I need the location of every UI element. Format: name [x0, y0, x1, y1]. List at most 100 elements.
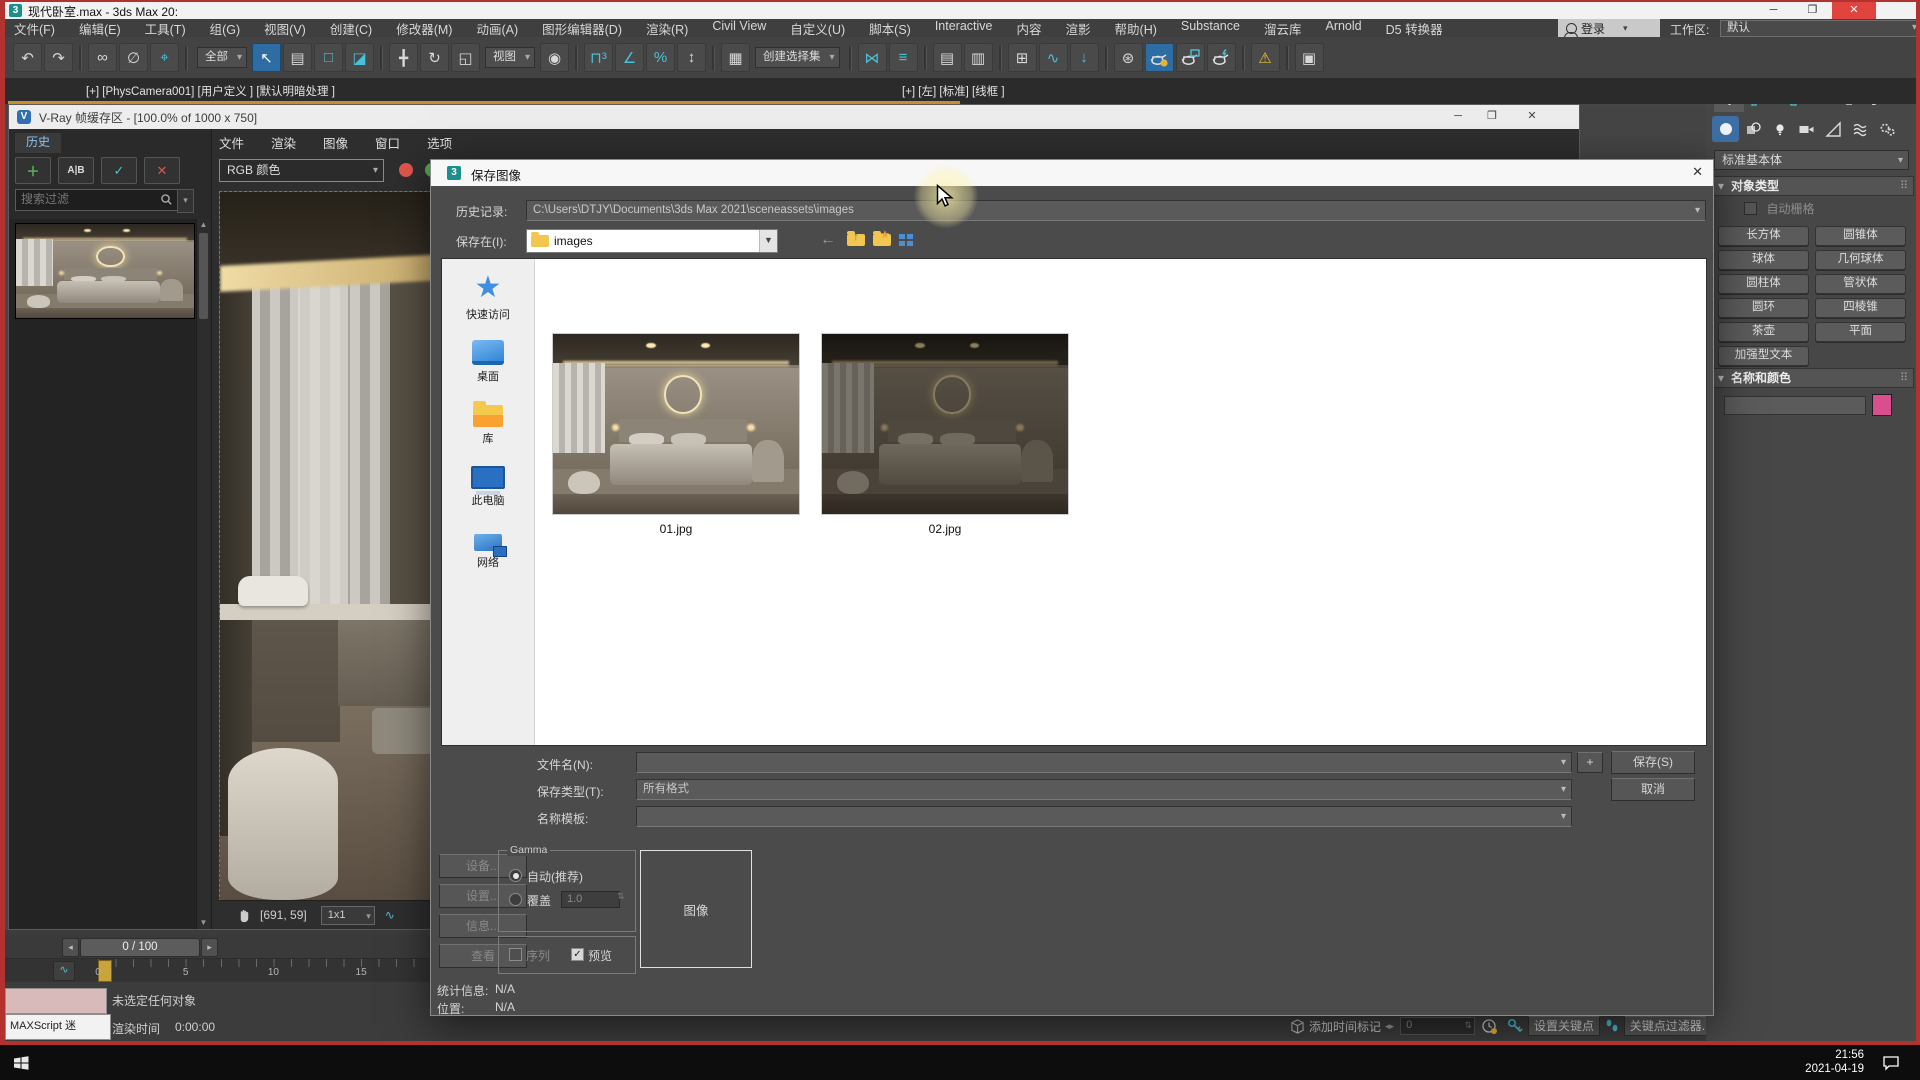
ref-coordsys-combo[interactable]: 视图	[485, 47, 535, 68]
set-key-icon[interactable]	[1506, 1017, 1524, 1035]
maxscript-mini-listener[interactable]: MAXScript 迷	[5, 1014, 111, 1040]
history-thumbnail[interactable]	[15, 223, 195, 319]
prev-frame-button[interactable]: ◂	[62, 938, 79, 957]
vfb-titlebar[interactable]: V V-Ray 帧缓存区 - [100.0% of 1000 x 750] ─ …	[9, 105, 1579, 129]
menu-item[interactable]: Arnold	[1313, 19, 1373, 38]
primitive-category-combo[interactable]: 标准基本体	[1714, 150, 1909, 170]
save-in-combo[interactable]: images ▼	[526, 229, 778, 253]
cancel-button[interactable]: 取消	[1611, 778, 1695, 801]
unlink-icon[interactable]: ∅	[119, 43, 148, 72]
notification-icon[interactable]	[1882, 1055, 1900, 1076]
sidebar-item-network[interactable]: 网络	[442, 515, 534, 571]
file-item[interactable]: 01.jpg	[553, 334, 799, 536]
restore-button[interactable]: ❐	[1793, 2, 1832, 19]
open-container-icon[interactable]: ▣	[1295, 43, 1324, 72]
history-save-icon[interactable]: ＋	[15, 157, 51, 184]
minimize-button[interactable]: ─	[1754, 2, 1793, 19]
select-link-icon[interactable]: ∞	[88, 43, 117, 72]
menu-item[interactable]: 脚本(S)	[857, 19, 923, 38]
preview-checkbox[interactable]: ✓	[571, 948, 584, 961]
up-one-level-icon[interactable]: ↑	[843, 230, 865, 250]
warning-icon[interactable]: ⚠	[1251, 43, 1280, 72]
workspace-combo[interactable]: 默认	[1720, 20, 1920, 37]
vfb-menu-item[interactable]: 文件	[219, 133, 244, 152]
curve-editor-icon[interactable]: ∿	[1039, 43, 1068, 72]
undo-icon[interactable]: ↶	[13, 43, 42, 72]
sequence-checkbox[interactable]	[509, 948, 522, 961]
vfb-channel-combo[interactable]: RGB 颜色	[219, 159, 384, 182]
menu-item[interactable]: 自定义(U)	[778, 19, 857, 38]
object-button[interactable]: 茶壶	[1718, 322, 1809, 342]
object-button[interactable]: 加强型文本	[1718, 346, 1809, 366]
material-editor-icon[interactable]: ⊛	[1114, 43, 1143, 72]
rotate-icon[interactable]: ↻	[420, 43, 449, 72]
graph-editor-icon[interactable]: ⊞	[1008, 43, 1037, 72]
menu-item[interactable]: 动画(A)	[464, 19, 530, 38]
history-scrollbar[interactable]: ▲ ▼	[196, 219, 210, 929]
sidebar-item-desktop[interactable]: 桌面	[442, 329, 534, 385]
category-lights[interactable]	[1766, 116, 1793, 142]
time-slider[interactable]: 0 / 100	[80, 938, 200, 957]
time-config-icon[interactable]	[1481, 1018, 1498, 1035]
category-shapes[interactable]	[1739, 116, 1766, 142]
vfb-close-button[interactable]: ✕	[1515, 105, 1549, 129]
vfb-minimize-button[interactable]: ─	[1441, 105, 1475, 129]
start-button[interactable]	[12, 1054, 30, 1077]
search-filter-dropdown[interactable]: ▾	[177, 189, 194, 213]
viewport-camera-label[interactable]: [+] [PhysCamera001] [用户定义 ] [默认明暗处理 ]	[86, 83, 335, 99]
dope-sheet-icon[interactable]: ↓	[1070, 43, 1099, 72]
vfb-history-tab[interactable]: 历史	[15, 133, 61, 153]
gamma-auto-radio[interactable]	[509, 869, 522, 882]
bind-spacewarp-icon[interactable]: ⌖	[150, 43, 179, 72]
edit-named-selection-icon[interactable]: ▦	[721, 43, 750, 72]
named-selection-sets-combo[interactable]: 创建选择集	[755, 47, 840, 68]
viewport-left-label[interactable]: [+] [左] [标准] [线框 ]	[902, 83, 1005, 99]
sign-in-button[interactable]: 登录 ▾	[1558, 19, 1660, 37]
curve-correction-icon[interactable]: ∿	[385, 908, 395, 922]
new-folder-icon[interactable]: ★	[869, 230, 891, 250]
menu-item[interactable]: 渲染(R)	[634, 19, 700, 38]
vfb-history-search-input[interactable]: 搜索过滤	[15, 189, 178, 211]
taskbar-clock[interactable]: 21:56 2021-04-19	[1805, 1048, 1864, 1076]
object-button[interactable]: 平面	[1815, 322, 1906, 342]
spinner-snap-icon[interactable]: ↕	[677, 43, 706, 72]
menu-item[interactable]: 帮助(H)	[1103, 19, 1169, 38]
dialog-close-button[interactable]: ✕	[1692, 164, 1703, 180]
filename-plus-button[interactable]: +	[1577, 752, 1603, 773]
vfb-zoom-combo[interactable]: 1x1	[321, 906, 375, 925]
view-menu-icon[interactable]	[895, 230, 917, 250]
rollout-name-color[interactable]: 名称和颜色 ⠿	[1712, 368, 1914, 388]
set-key-button[interactable]: 设置关键点	[1528, 1016, 1600, 1036]
dialog-titlebar[interactable]: 3 保存图像 ✕	[431, 160, 1713, 186]
menu-item[interactable]: 视图(V)	[252, 19, 318, 38]
crossing-select-icon[interactable]: ◪	[345, 43, 374, 72]
render-icon[interactable]	[1207, 43, 1236, 72]
menu-item[interactable]: 编辑(E)	[67, 19, 133, 38]
menu-item[interactable]: 工具(T)	[133, 19, 198, 38]
object-button[interactable]: 几何球体	[1815, 250, 1906, 270]
key-filters-button[interactable]: 关键点过滤器..	[1624, 1016, 1714, 1036]
mirror-icon[interactable]: ⋈	[858, 43, 887, 72]
menu-item[interactable]: 文件(F)	[2, 19, 67, 38]
mini-curve-editor-icon[interactable]: ∿	[53, 961, 75, 981]
layer-explorer-icon[interactable]: ▥	[964, 43, 993, 72]
history-path-combo[interactable]: C:\Users\DTJY\Documents\3ds Max 2021\sce…	[526, 200, 1706, 221]
object-name-field[interactable]	[1724, 396, 1866, 415]
scroll-up-icon[interactable]: ▲	[197, 219, 210, 231]
file-item[interactable]: 02.jpg	[822, 334, 1068, 536]
select-by-name-icon[interactable]: ▤	[283, 43, 312, 72]
menu-item[interactable]: Civil View	[700, 19, 778, 38]
menu-item[interactable]: 图形编辑器(D)	[530, 19, 634, 38]
select-object-icon[interactable]: ↖	[252, 43, 281, 72]
rect-select-icon[interactable]: □	[314, 43, 343, 72]
next-frame-button[interactable]: ▸	[201, 938, 218, 957]
add-time-tag[interactable]: 添加时间标记	[1309, 1018, 1381, 1035]
menu-item[interactable]: D5 转换器	[1374, 19, 1455, 38]
percent-snap-icon[interactable]: %	[646, 43, 675, 72]
tag-arrows-icon[interactable]: ◂▸	[1385, 1021, 1394, 1032]
menu-item[interactable]: 组(G)	[198, 19, 253, 38]
scrollbar-thumb[interactable]	[199, 233, 208, 319]
use-pivot-icon[interactable]: ◉	[540, 43, 569, 72]
frame-spinner[interactable]: 0	[1400, 1017, 1475, 1035]
category-geometry[interactable]	[1712, 116, 1739, 142]
